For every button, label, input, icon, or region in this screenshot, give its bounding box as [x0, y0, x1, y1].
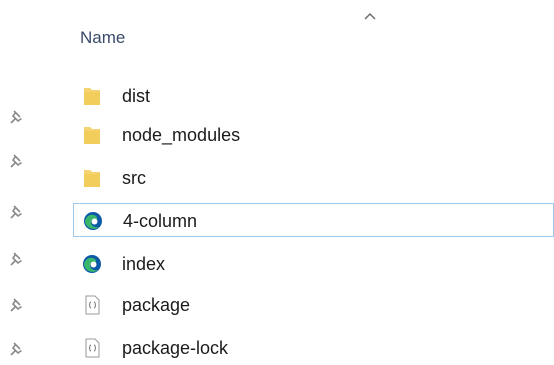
- edge-html-icon: [83, 255, 101, 273]
- pin-icon[interactable]: [8, 296, 26, 314]
- file-name: dist: [122, 86, 151, 106]
- pin-icon[interactable]: [8, 203, 26, 221]
- json-file-icon: [85, 338, 100, 358]
- quick-access-pins: [0, 0, 44, 362]
- file-name: 4-column: [123, 211, 198, 231]
- folder-icon: [84, 170, 100, 187]
- json-file-icon: [85, 295, 100, 315]
- file-row-dist[interactable]: dist: [73, 79, 554, 113]
- column-header[interactable]: Name: [44, 0, 554, 60]
- file-row-package[interactable]: package: [73, 288, 554, 322]
- pin-icon[interactable]: [8, 250, 26, 268]
- pin-icon[interactable]: [8, 152, 26, 170]
- folder-icon: [84, 127, 100, 144]
- folder-icon: [84, 88, 100, 105]
- file-name: package-lock: [122, 338, 229, 358]
- file-row-index[interactable]: index: [73, 247, 554, 281]
- sort-ascending-icon: [364, 12, 376, 20]
- file-row-package-lock[interactable]: package-lock: [73, 331, 554, 365]
- file-list-pane: Name dist node_modules src 4-column inde…: [0, 0, 554, 362]
- name-column-header[interactable]: Name: [80, 28, 125, 48]
- file-row-src[interactable]: src: [73, 161, 554, 195]
- file-name: index: [122, 254, 166, 274]
- file-name: package: [122, 295, 191, 315]
- file-row-node-modules[interactable]: node_modules: [73, 118, 554, 152]
- file-row-4-column[interactable]: 4-column: [73, 203, 554, 237]
- pin-icon[interactable]: [8, 340, 26, 358]
- file-name: src: [122, 168, 146, 188]
- pin-icon[interactable]: [8, 108, 26, 126]
- file-name: node_modules: [122, 125, 241, 145]
- edge-html-icon: [84, 212, 102, 230]
